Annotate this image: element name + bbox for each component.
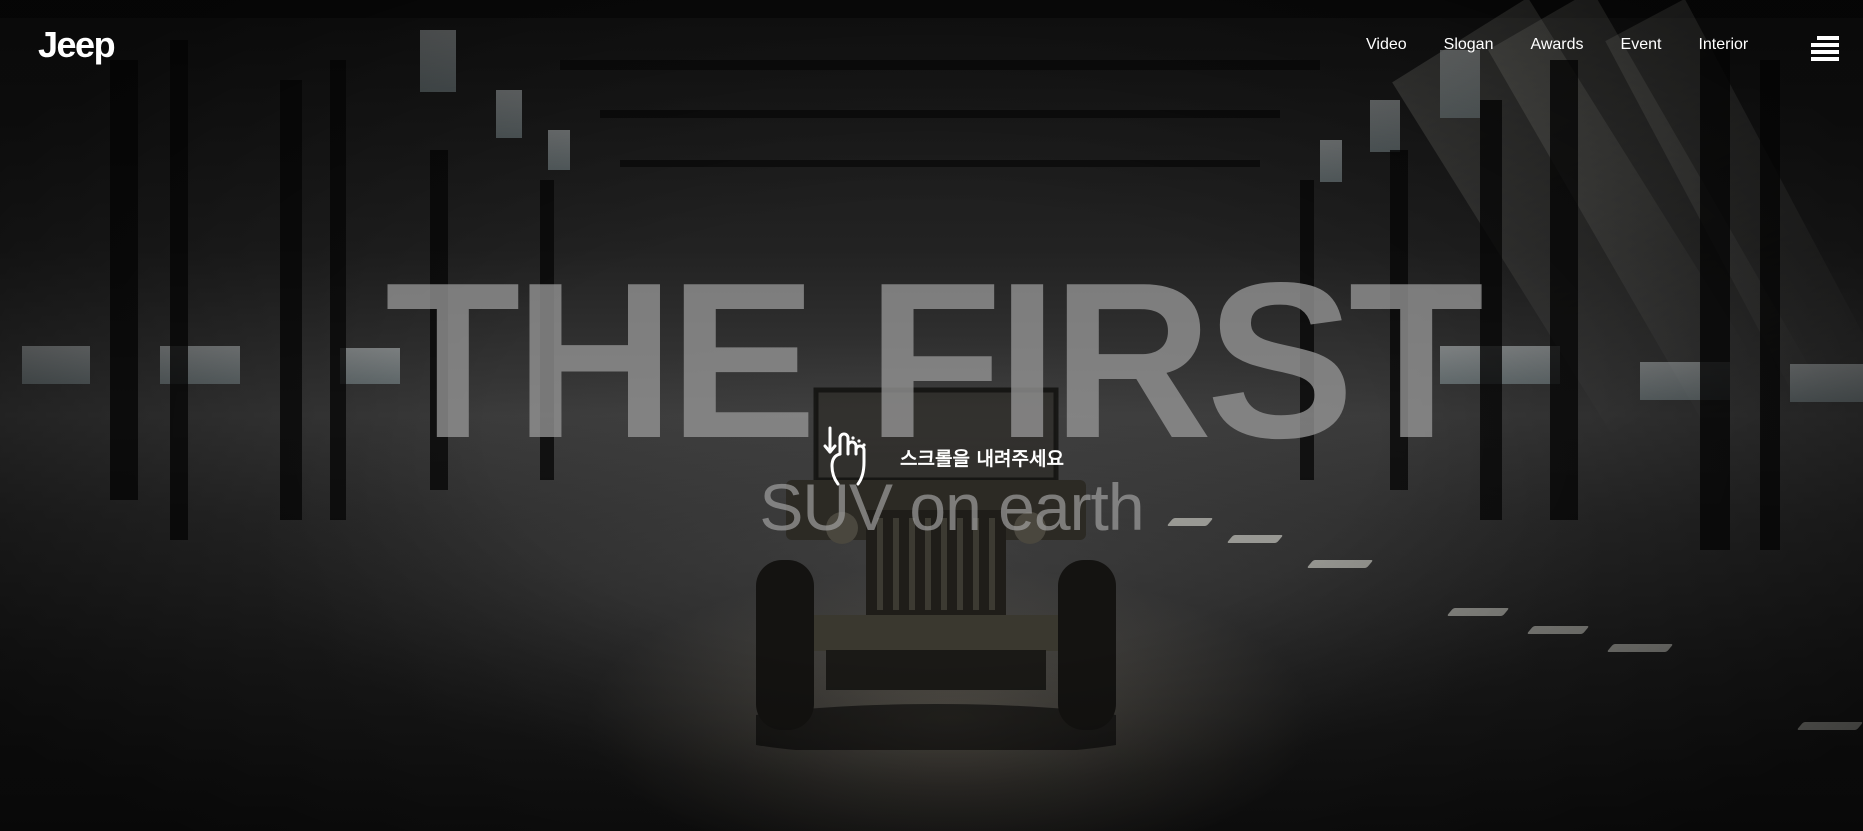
nav-item-video[interactable]: Video [1350, 36, 1423, 59]
nav-item-event[interactable]: Event [1621, 36, 1662, 54]
nav-item-slogan[interactable]: Slogan [1444, 36, 1494, 54]
jeep-logo[interactable]: Jeep [38, 24, 116, 66]
scroll-hand-icon [823, 426, 866, 486]
scroll-hint-text: 스크롤을 내려주세요 [900, 447, 1064, 470]
nav-item-label: Event [1620, 36, 1662, 53]
nav-item-interior[interactable]: Interior [1698, 36, 1748, 54]
nav-item-label: Video [1366, 36, 1407, 53]
main-nav: Video Slogan Awards Event Interior [1350, 36, 1785, 59]
nav-item-awards[interactable]: Awards [1530, 36, 1583, 54]
nav-item-label: Slogan [1443, 36, 1494, 53]
scroll-hint: 스크롤을 내려주세요 [820, 424, 1064, 490]
hamburger-menu-icon[interactable] [1811, 36, 1839, 62]
nav-item-label: Interior [1698, 36, 1749, 53]
nav-item-label: Awards [1530, 36, 1584, 53]
hero-section: Jeep Video Slogan Awards Event Interior … [0, 0, 1863, 831]
